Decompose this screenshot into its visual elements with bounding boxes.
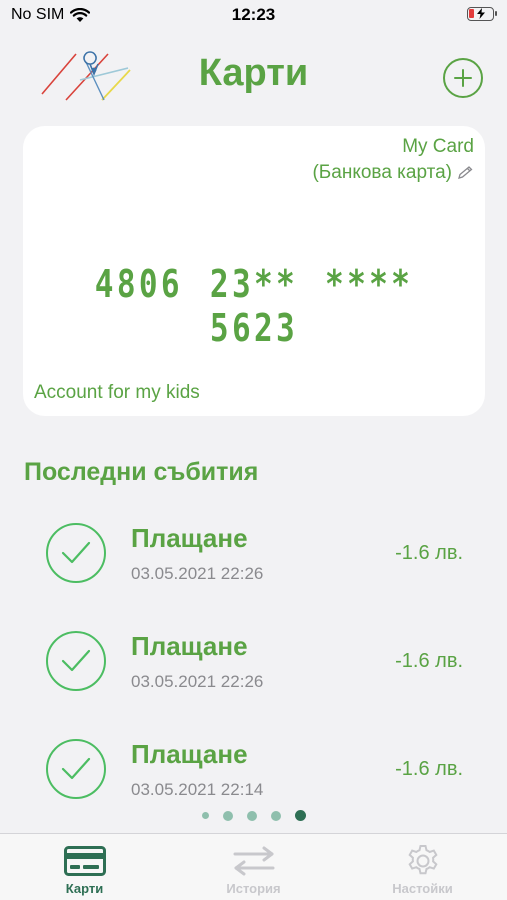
- battery-level: [469, 9, 474, 18]
- status-time: 12:23: [231, 5, 276, 24]
- tab-label: Карти: [65, 881, 104, 896]
- tab-label: Настойки: [392, 881, 453, 896]
- card-number: 4806 23** **** 5623: [94, 262, 414, 350]
- event-list-item[interactable]: Плащане 03.05.2021 22:26 -1.6 лв.: [0, 515, 507, 623]
- event-date: 03.05.2021 22:14: [131, 780, 264, 799]
- event-list-item[interactable]: Плащане 03.05.2021 22:14 -1.6 лв.: [0, 731, 507, 839]
- event-amount: -1.6 лв.: [395, 650, 463, 672]
- add-card-button[interactable]: [443, 58, 483, 98]
- page-indicator[interactable]: [0, 810, 507, 821]
- card-type-row[interactable]: (Банкова карта): [312, 162, 474, 184]
- event-list: Плащане 03.05.2021 22:26 -1.6 лв. Плащан…: [0, 515, 507, 839]
- page-title: Карти: [198, 52, 309, 94]
- event-title: Плащане: [131, 523, 248, 553]
- tab-settings[interactable]: Настойки: [338, 834, 507, 900]
- tab-cards[interactable]: Карти: [0, 834, 169, 900]
- gear-icon: [405, 844, 441, 878]
- card-description: Account for my kids: [34, 382, 200, 403]
- check-circle-icon: [46, 631, 106, 691]
- event-amount: -1.6 лв.: [395, 758, 463, 780]
- header: Карти: [0, 46, 507, 106]
- bank-card[interactable]: My Card (Банкова карта) 4806 23** **** 5…: [23, 126, 485, 416]
- check-circle-icon: [46, 739, 106, 799]
- app-screen: No SIM 12:23 Карти My Card (Банкова карт…: [0, 0, 507, 900]
- credit-card-icon: [63, 844, 106, 878]
- events-section-title: Последни събития: [24, 458, 259, 486]
- event-date: 03.05.2021 22:26: [131, 672, 264, 691]
- event-date: 03.05.2021 22:26: [131, 564, 264, 583]
- status-bar: No SIM 12:23: [0, 0, 507, 30]
- event-title: Плащане: [131, 739, 248, 769]
- check-circle-icon: [46, 523, 106, 583]
- event-title: Плащане: [131, 631, 248, 661]
- page-dot[interactable]: [201, 812, 209, 819]
- page-dot[interactable]: [222, 810, 233, 821]
- page-dot[interactable]: [246, 810, 257, 821]
- tab-bar: Карти История Настойки: [0, 833, 507, 900]
- charging-bolt-icon: [477, 8, 485, 19]
- page-dot-active[interactable]: [294, 810, 306, 821]
- event-list-item[interactable]: Плащане 03.05.2021 22:26 -1.6 лв.: [0, 623, 507, 731]
- transfer-arrows-icon: [232, 844, 276, 878]
- card-type: (Банкова карта): [312, 162, 452, 183]
- plus-icon: [454, 69, 472, 87]
- battery-icon: [467, 7, 497, 21]
- card-name: My Card: [402, 136, 474, 157]
- event-amount: -1.6 лв.: [395, 542, 463, 564]
- tab-label: История: [226, 881, 281, 896]
- page-dot[interactable]: [270, 810, 281, 821]
- pencil-icon[interactable]: [456, 165, 474, 181]
- tab-history[interactable]: История: [169, 834, 338, 900]
